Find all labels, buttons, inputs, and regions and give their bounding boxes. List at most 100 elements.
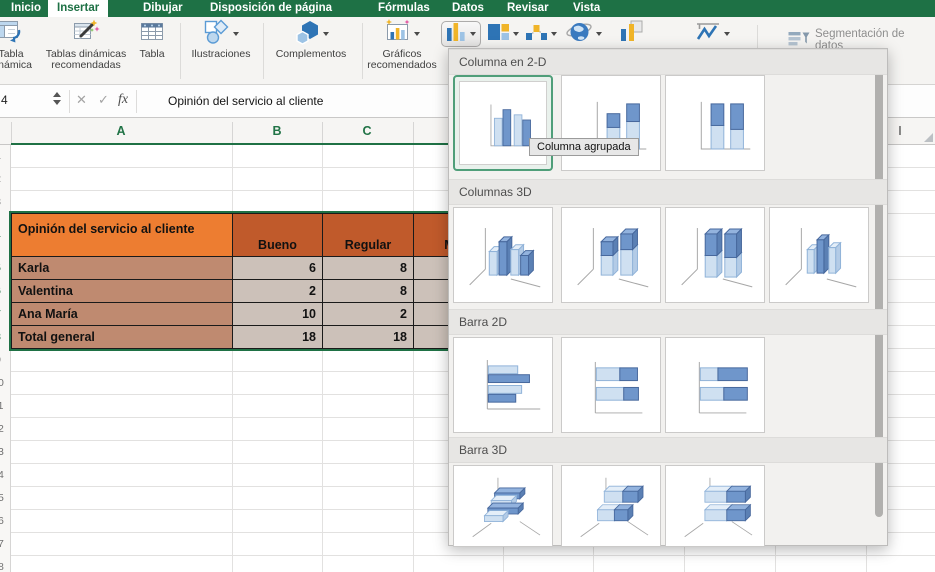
row-header-15[interactable]: 15 [0,487,10,510]
chevron-down-icon [513,32,519,36]
chart-type-column-stacked[interactable] [561,75,661,171]
chevron-down-icon [551,32,557,36]
table-cell-3-0[interactable]: 18 [232,325,323,349]
chart-type-bar-stacked-100[interactable] [665,337,765,433]
chart-type-column-3d[interactable] [769,207,869,303]
pivot-table: Opinión del servicio al cliente Bueno Reg… [9,211,506,351]
column-header-c[interactable]: C [362,124,371,138]
pivot-chart-icon [619,20,643,48]
chevron-down-icon [724,32,730,36]
ribbon-tab-vista[interactable]: Vista [564,0,609,17]
table-column-header-1[interactable]: Regular [322,213,414,257]
table-column-header-0[interactable]: Bueno [232,213,323,257]
ribbon-tab-datos[interactable]: Datos [443,0,493,17]
row-header-17[interactable]: 17 [0,533,10,556]
row-header-13[interactable]: 13 [0,441,10,464]
row-header-18[interactable]: 18 [0,556,10,572]
table-row-label-1[interactable]: Valentina [11,279,233,303]
menu-section-title: Columna en 2-D [449,49,887,75]
table-row-label-3[interactable]: Total general [11,325,233,349]
excel-window: Inicio Insertar Dibujar Disposición de pági… [0,0,935,572]
row-header-14[interactable]: 14 [0,464,10,487]
table-cell-2-0[interactable]: 10 [232,302,323,326]
hierarchy-chart-button[interactable] [487,21,519,47]
table-button[interactable]: Tabla [130,19,174,81]
pivot-chart-button[interactable] [619,20,643,48]
selected-columns-underline [11,143,503,145]
row-header-10[interactable]: 10 [0,372,10,395]
table-row-label-2[interactable]: Ana María [11,302,233,326]
column-header-a[interactable]: A [116,124,125,138]
pivot-table-button[interactable]: Tabladinámica [0,19,46,81]
row-header-strip[interactable]: 12345678910111213141516171819 [0,145,11,572]
table-row-label-0[interactable]: Karla [11,256,233,280]
select-all-corner-icon[interactable] [924,133,933,142]
ribbon-tab-f-rmulas[interactable]: Fórmulas [369,0,439,17]
name-box[interactable]: 4 [1,93,8,107]
ribbon-tab-dibujar[interactable]: Dibujar [134,0,192,17]
table-cell-3-1[interactable]: 18 [322,325,414,349]
column-3d-preview [785,228,857,288]
name-box-stepper[interactable] [53,92,61,105]
hierarchy-chart-icon [487,21,510,48]
ribbon-tab-bar: Inicio Insertar Dibujar Disposición de pági… [0,0,935,17]
table-cell-2-1[interactable]: 2 [322,302,414,326]
ribbon-tab-disposici-n-de-p-gina[interactable]: Disposición de página [201,0,341,17]
illustrations-icon [204,19,230,50]
chevron-down-icon [232,32,239,36]
recommended-pivot-tables-icon [72,19,100,50]
chart-type-bar-stacked[interactable] [561,337,661,433]
gridline [413,145,414,572]
ribbon-tab-inicio[interactable]: Inicio [2,0,50,17]
row-header-16[interactable]: 16 [0,510,10,533]
column-stacked-100-preview [700,101,751,150]
chevron-down-icon [470,32,476,36]
row-header-11[interactable]: 11 [0,395,10,418]
divider [136,90,137,113]
column-3d-clustered-preview [469,228,541,288]
ribbon-tab-insertar[interactable]: Insertar [48,0,109,17]
chart-type-bar-clustered[interactable] [453,337,553,433]
table-cell-0-0[interactable]: 6 [232,256,323,280]
map-chart-button[interactable] [566,21,602,47]
column-3d-stacked-100-preview [681,227,753,288]
recommended-charts-button[interactable]: Gráficos recomendados [362,18,442,81]
bar-3d-stacked-100-preview [684,477,753,538]
chart-type-column-stacked-100[interactable] [665,75,765,171]
table-icon [139,19,165,50]
chart-type-column-3d-clustered[interactable] [453,207,553,303]
chevron-down-icon [413,32,420,36]
ribbon-tab-revisar[interactable]: Revisar [498,0,558,17]
row-header-2[interactable]: 2 [0,168,10,191]
row-header-9[interactable]: 9 [0,349,10,372]
row-header-12[interactable]: 12 [0,418,10,441]
column-header-i[interactable]: I [898,124,901,138]
column-header-b[interactable]: B [272,124,281,138]
chart-type-bar-3d-clustered[interactable] [453,465,553,547]
enter-icon[interactable]: ✓ [98,92,109,108]
divider [11,122,12,145]
chart-type-bar-3d-stacked[interactable] [561,465,661,547]
table-cell-0-1[interactable]: 8 [322,256,414,280]
pivot-table-icon [0,19,24,50]
table-title-cell[interactable]: Opinión del servicio al cliente [11,213,233,257]
add-ins-button[interactable]: Complementos [266,19,356,81]
illustrations-button[interactable]: Ilustraciones [182,19,260,81]
statistic-chart-button[interactable] [525,21,557,47]
recommended-pivot-tables-button[interactable]: Tablas dinámicas recomendadas [42,19,130,81]
insert-function-icon[interactable]: fx [118,92,128,108]
chart-type-bar-3d-stacked-100[interactable] [665,465,765,547]
chevron-down-icon [322,32,329,36]
divider [322,122,323,145]
chart-type-column-3d-stacked[interactable] [561,207,661,303]
chart-type-column-clustered[interactable] [453,75,553,171]
chart-type-column-3d-stacked-100[interactable] [665,207,765,303]
formula-input[interactable]: Opinión del servicio al cliente [168,94,323,108]
sparklines-button[interactable] [695,21,730,47]
column-chart-button[interactable] [441,21,481,47]
row-header-1[interactable]: 1 [0,145,10,168]
table-cell-1-0[interactable]: 2 [232,279,323,303]
table-cell-1-1[interactable]: 8 [322,279,414,303]
cancel-icon[interactable]: ✕ [76,92,87,108]
slicer-icon [788,30,810,50]
